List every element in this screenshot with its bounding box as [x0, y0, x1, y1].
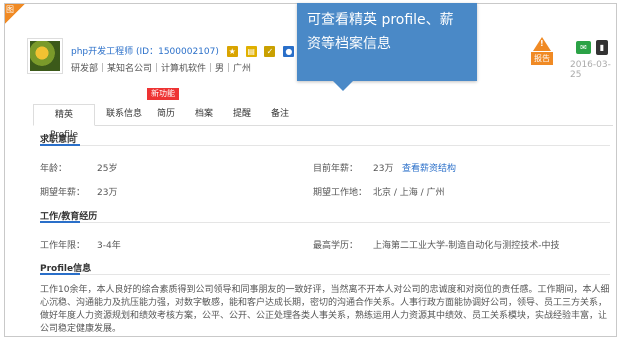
divider [40, 274, 610, 275]
candidate-name[interactable]: php开发工程师 (ID：1500002107) [71, 47, 219, 57]
salary-value: 23万 [373, 164, 394, 174]
feature-callout: 可查看精英 profile、薪 资等档案信息 [297, 3, 477, 91]
salary-structure-link[interactable]: 查看薪资结构 [402, 161, 456, 174]
tab-bar: 精英Profile 联系信息 简历 档案 提醒 备注 [33, 104, 613, 140]
divider [40, 222, 610, 223]
expected-location-label: 期望工作地： [313, 188, 368, 198]
phone-icon[interactable]: ▮ [596, 40, 608, 55]
document-icon[interactable]: ▤ [245, 46, 257, 57]
report-button[interactable]: ! 报告 [531, 37, 553, 65]
work-years-label: 工作年限： [40, 241, 86, 251]
section-marker [40, 273, 80, 275]
divider [40, 145, 610, 146]
report-label: 报告 [531, 52, 553, 65]
avatar-image [30, 41, 60, 71]
tab-salary[interactable]: 简历 [153, 104, 179, 126]
education-label: 最高学历： [313, 241, 359, 251]
candidate-meta: 研发部｜某知名公司｜计算机软件｜男｜广州 [71, 64, 252, 74]
callout-line-2: 资等档案信息 [307, 36, 391, 52]
new-feature-tag: 新功能 [147, 88, 179, 100]
section-marker [40, 144, 80, 146]
verified-icon[interactable]: ✓ [264, 46, 276, 57]
tab-contact[interactable]: 联系信息 [101, 104, 147, 126]
callout-line-1: 可查看精英 profile、薪 [307, 12, 454, 28]
user-icon[interactable]: ● [283, 46, 295, 57]
warning-icon: ! [533, 37, 551, 51]
tab-archive[interactable]: 档案 [191, 104, 217, 126]
tab-notes[interactable]: 备注 [267, 104, 293, 126]
expected-salary-value: 23万 [97, 188, 118, 198]
work-years-value: 3-4年 [97, 241, 121, 251]
expected-location-value: 北京 / 上海 / 广州 [373, 188, 445, 198]
avatar[interactable] [27, 38, 63, 74]
tab-reminder[interactable]: 提醒 [229, 104, 255, 126]
candidate-header: php开发工程师 (ID：1500002107) ★ ▤ ✓ ● 备注 [71, 44, 321, 57]
salary-label: 目前年薪： [313, 164, 359, 174]
section-marker [40, 221, 80, 223]
resume-date: 2016-03-25 [570, 60, 611, 80]
age-value: 25岁 [97, 164, 118, 174]
gold-badge-icon[interactable]: ★ [226, 46, 238, 57]
age-label: 年龄： [40, 164, 68, 174]
education-value: 上海第二工业大学-制造自动化与测控技术-中技 [373, 241, 560, 251]
tab-elite-profile[interactable]: 精英Profile [33, 104, 95, 140]
profile-description: 工作10余年，本人良好的综合素质得到公司领导和同事朋友的一致好评，当然离不开本人… [40, 285, 610, 334]
wechat-icon[interactable]: ✉ [576, 41, 591, 54]
corner-tag: 图 [5, 4, 26, 25]
expected-salary-label: 期望年薪： [40, 188, 86, 198]
